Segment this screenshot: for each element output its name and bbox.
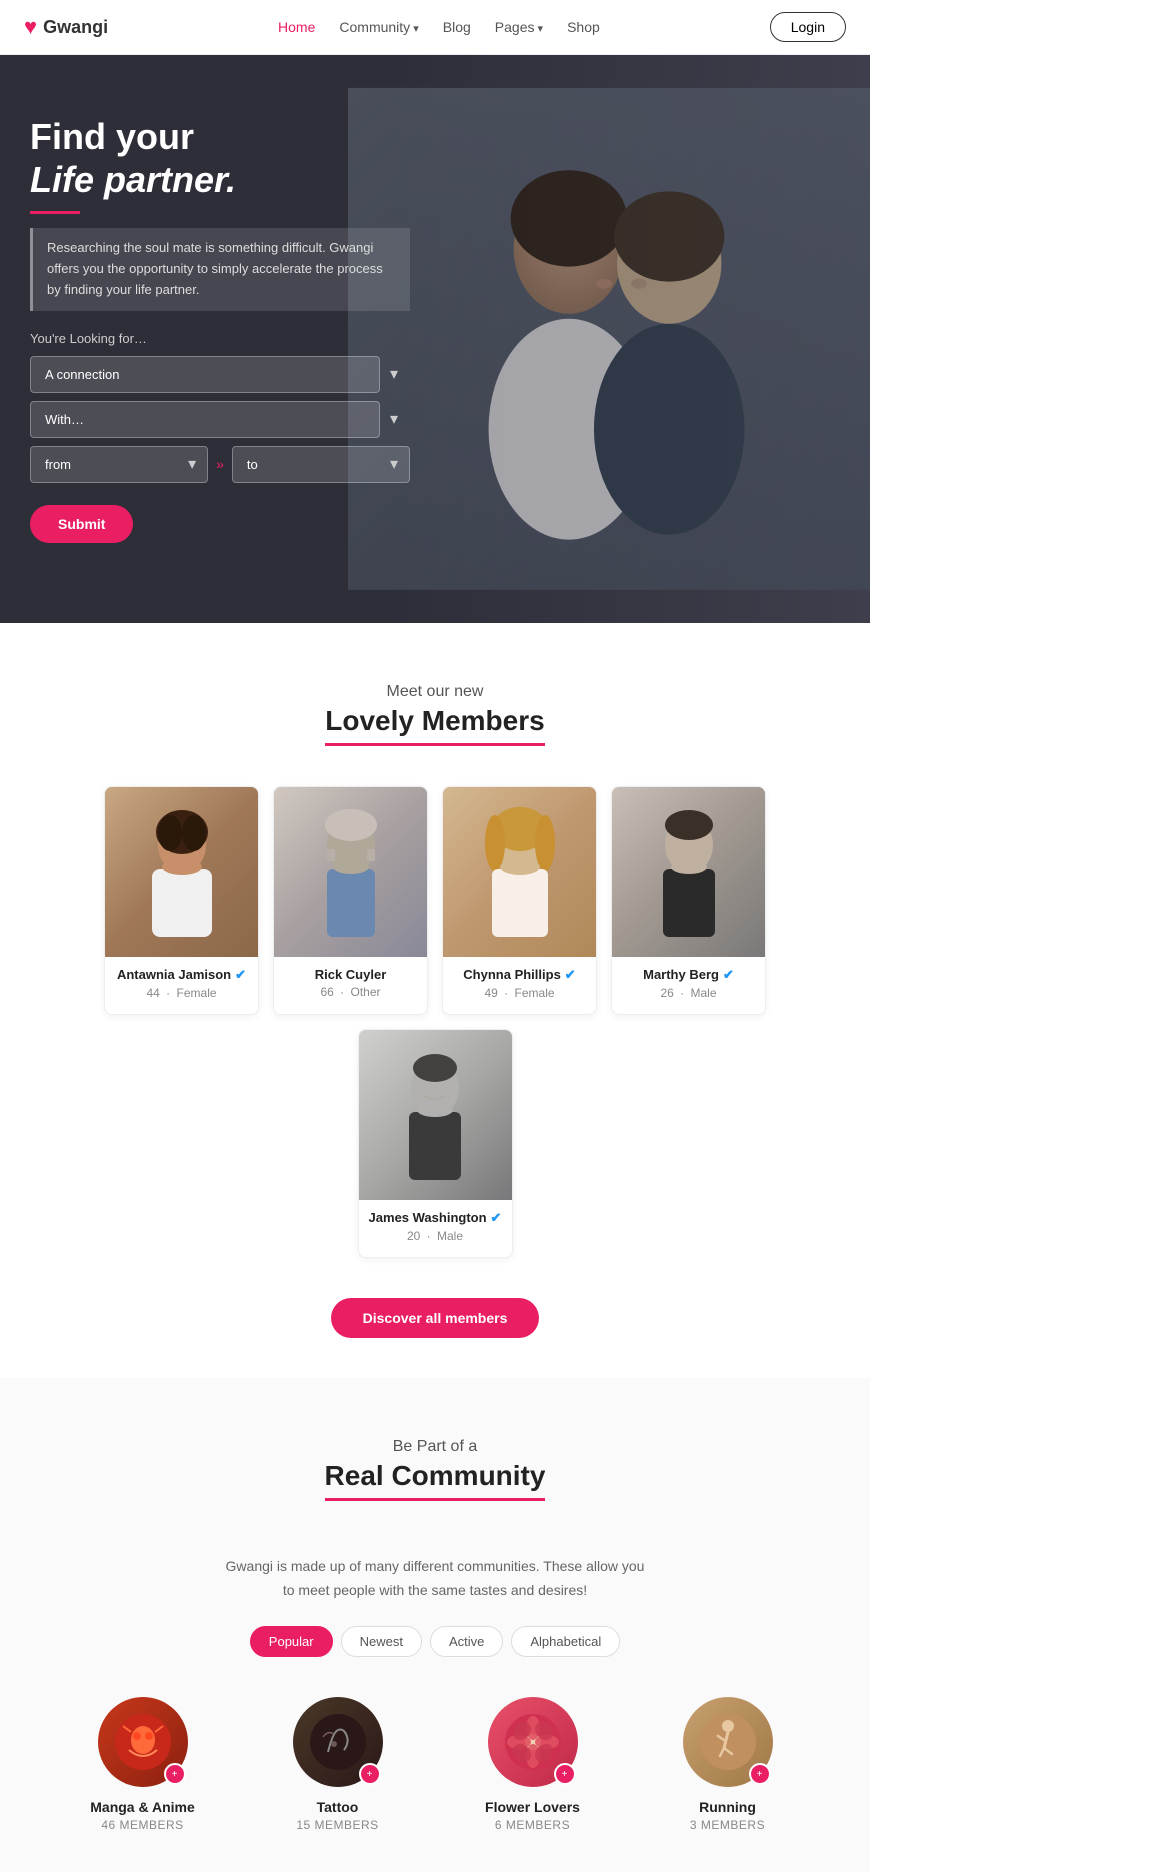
verified-icon-2: ✔ [565,967,576,983]
member-photo-3 [612,787,765,957]
nav-home[interactable]: Home [278,19,315,35]
group-count-0: 46 MEMBERS [55,1818,230,1832]
group-count-3: 3 MEMBERS [640,1818,815,1832]
nav-shop[interactable]: Shop [567,19,600,35]
tab-active[interactable]: Active [430,1626,503,1657]
member-photo-2 [443,787,596,957]
couple-illustration [348,55,870,623]
hero-content: Find your Life partner. Researching the … [30,115,410,543]
member-info-0: Antawnia Jamison ✔ 44 · Female [105,957,258,1014]
group-avatar-wrap-1: + [293,1697,383,1787]
members-subtitle: Meet our new [20,683,850,701]
connection-select-wrapper: A connection A date A friend A partner [30,356,410,393]
hero-title-line1: Find your [30,116,194,157]
group-card-0[interactable]: + Manga & Anime 46 MEMBERS [55,1697,230,1832]
looking-for-label: You're Looking for… [30,331,410,346]
login-button[interactable]: Login [770,12,846,42]
hero-background [348,55,870,623]
submit-button[interactable]: Submit [30,505,133,543]
hero-form: A connection A date A friend A partner W… [30,356,410,483]
group-avatar-wrap-2: + [488,1697,578,1787]
tab-popular[interactable]: Popular [250,1626,333,1657]
connection-select[interactable]: A connection A date A friend A partner [30,356,380,393]
nav-community[interactable]: Community [339,19,418,35]
logo-heart-icon: ♥ [24,14,37,40]
group-badge-0: + [164,1763,186,1785]
group-card-1[interactable]: + Tattoo 15 MEMBERS [250,1697,425,1832]
group-badge-1: + [359,1763,381,1785]
members-grid: Antawnia Jamison ✔ 44 · Female [20,786,850,1258]
navbar: ♥ Gwangi Home Community Blog Pages Shop … [0,0,870,55]
from-select[interactable]: from 18202530 [30,446,208,483]
member-card-1[interactable]: Rick Cuyler 66 · Other [273,786,428,1015]
group-badge-2: + [554,1763,576,1785]
verified-icon-0: ✔ [235,967,246,983]
member-photo-1 [274,787,427,957]
tab-newest[interactable]: Newest [341,1626,422,1657]
member-card-2[interactable]: Chynna Phillips ✔ 49 · Female [442,786,597,1015]
nav-blog[interactable]: Blog [443,19,471,35]
member-card-4[interactable]: James Washington ✔ 20 · Male [358,1029,513,1258]
group-count-1: 15 MEMBERS [250,1818,425,1832]
member-card-0[interactable]: Antawnia Jamison ✔ 44 · Female [104,786,259,1015]
hero-heading: Find your Life partner. [30,115,410,201]
verified-icon-4: ✔ [491,1210,502,1226]
logo-text: Gwangi [43,17,108,38]
member-detail-1: 66 · Other [282,985,419,999]
hero-section: Find your Life partner. Researching the … [0,55,870,623]
with-select[interactable]: With… A man A woman Anyone [30,401,380,438]
hero-title-line2: Life partner. [30,159,236,200]
member-detail-4: 20 · Male [367,1229,504,1243]
members-title: Lovely Members [325,705,544,746]
member-info-2: Chynna Phillips ✔ 49 · Female [443,957,596,1014]
member-card-3[interactable]: Marthy Berg ✔ 26 · Male [611,786,766,1015]
member-name-1: Rick Cuyler [282,967,419,982]
member-detail-3: 26 · Male [620,986,757,1000]
to-select-wrapper: to 25303540 [232,446,410,483]
member-photo-0 [105,787,258,957]
community-subtitle: Be Part of a [20,1438,850,1456]
discover-all-button[interactable]: Discover all members [331,1298,540,1338]
member-info-4: James Washington ✔ 20 · Male [359,1200,512,1257]
member-detail-0: 44 · Female [113,986,250,1000]
to-select[interactable]: to 25303540 [232,446,410,483]
group-badge-3: + [749,1763,771,1785]
community-title: Real Community [325,1460,546,1501]
from-select-wrapper: from 18202530 [30,446,208,483]
group-count-2: 6 MEMBERS [445,1818,620,1832]
member-info-1: Rick Cuyler 66 · Other [274,957,427,1013]
range-arrow-icon: » [216,456,224,472]
nav-links: Home Community Blog Pages Shop [278,19,600,35]
community-tabs: Popular Newest Active Alphabetical [20,1626,850,1657]
group-card-2[interactable]: + Flower Lovers 6 MEMBERS [445,1697,620,1832]
groups-grid: + Manga & Anime 46 MEMBERS + Tattoo 15 M… [20,1697,850,1832]
community-description: Gwangi is made up of many different comm… [225,1555,645,1603]
member-photo-4 [359,1030,512,1200]
member-detail-2: 49 · Female [451,986,588,1000]
verified-icon-3: ✔ [723,967,734,983]
nav-pages[interactable]: Pages [495,19,543,35]
member-name-3: Marthy Berg ✔ [620,967,757,983]
member-name-4: James Washington ✔ [367,1210,504,1226]
tab-alphabetical[interactable]: Alphabetical [511,1626,620,1657]
age-range-row: from 18202530 » to 25303540 [30,446,410,483]
member-info-3: Marthy Berg ✔ 26 · Male [612,957,765,1014]
community-section: Be Part of a Real Community Gwangi is ma… [0,1378,870,1872]
group-avatar-wrap-0: + [98,1697,188,1787]
member-name-0: Antawnia Jamison ✔ [113,967,250,983]
hero-description: Researching the soul mate is something d… [30,228,410,310]
group-avatar-wrap-3: + [683,1697,773,1787]
member-name-2: Chynna Phillips ✔ [451,967,588,983]
members-section: Meet our new Lovely Members Antawnia Jam… [0,623,870,1378]
hero-divider [30,211,80,214]
with-select-wrapper: With… A man A woman Anyone [30,401,410,438]
group-card-3[interactable]: + Running 3 MEMBERS [640,1697,815,1832]
logo[interactable]: ♥ Gwangi [24,14,108,40]
